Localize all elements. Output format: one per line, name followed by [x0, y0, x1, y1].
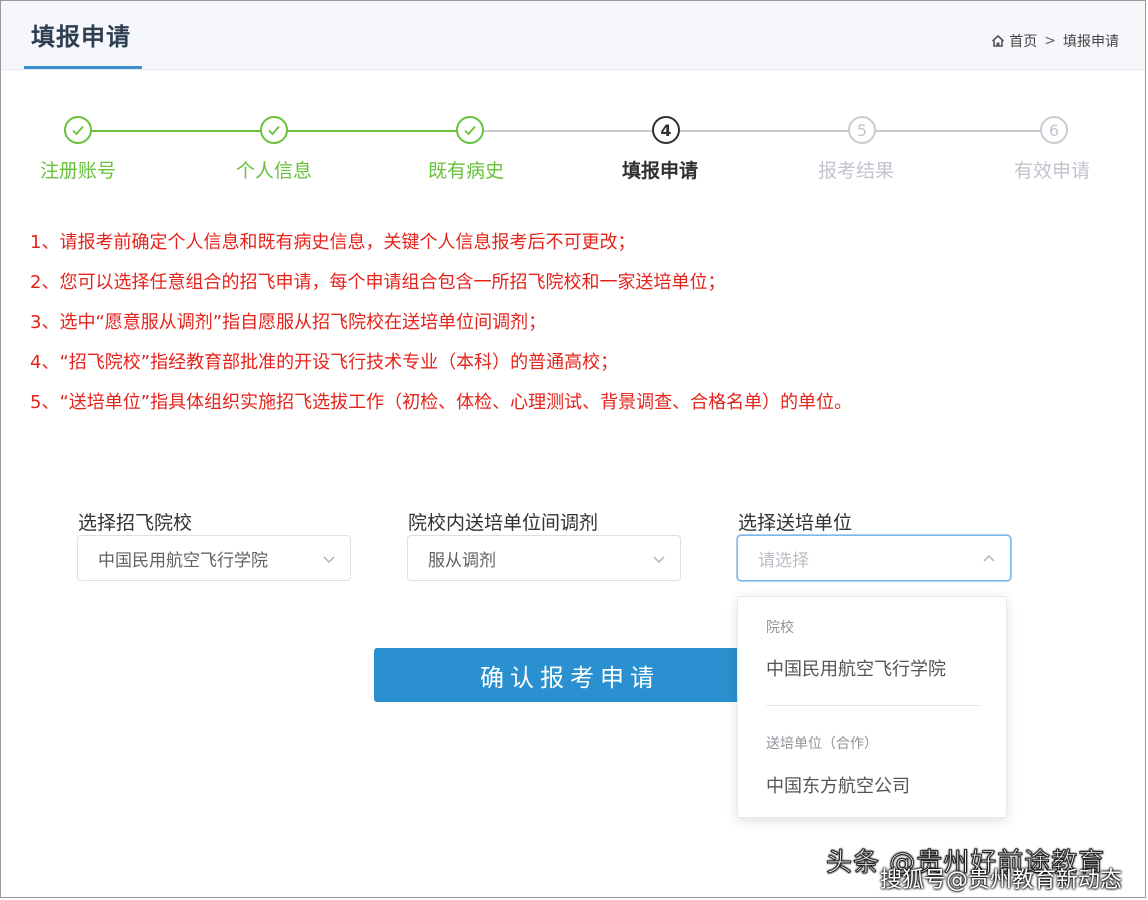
step-1-circle: [64, 116, 92, 144]
step-connector: [288, 130, 456, 132]
unit-select-label: 选择送培单位: [738, 512, 853, 534]
step-6-circle: 6: [1040, 116, 1068, 144]
dropdown-option[interactable]: 中国民用航空飞行学院: [766, 655, 946, 681]
watermark-text: 搜狐号@贵州教育新动态: [880, 868, 1123, 893]
step-connector: [92, 130, 260, 132]
chevron-down-icon: [653, 556, 665, 564]
step-connector: [484, 130, 652, 132]
step-1-label: 注册账号: [39, 160, 116, 182]
school-select-label: 选择招飞院校: [78, 512, 193, 534]
breadcrumb: 首页 > 填报申请: [991, 31, 1119, 51]
check-icon: [268, 125, 280, 136]
page-title: 填报申请: [31, 23, 131, 51]
step-3-label: 既有病史: [427, 160, 504, 182]
step-5-circle: 5: [848, 116, 876, 144]
dropdown-option[interactable]: 中国东方航空公司: [766, 772, 910, 798]
check-icon: [72, 125, 84, 136]
unit-select-placeholder: 请选择: [758, 550, 809, 571]
adjust-select-label: 院校内送培单位间调剂: [408, 512, 599, 534]
step-2-label: 个人信息: [235, 160, 312, 182]
step-4-label: 填报申请: [621, 160, 698, 182]
unit-dropdown-panel: 院校 中国民用航空飞行学院 送培单位（合作） 中国东方航空公司: [737, 596, 1007, 818]
school-select[interactable]: 中国民用航空飞行学院: [77, 535, 351, 581]
step-6-label: 有效申请: [1013, 160, 1090, 182]
breadcrumb-home-link[interactable]: 首页: [1009, 31, 1037, 51]
school-select-value: 中国民用航空飞行学院: [98, 550, 268, 571]
step-3-circle: [456, 116, 484, 144]
step-2-circle: [260, 116, 288, 144]
progress-steps: 注册账号 个人信息 既有病史 4 填报申请 5 报考结果 6 有效申请: [0, 110, 1148, 190]
instruction-item: 5、“送培单位”指具体组织实施招飞选拔工作（初检、体检、心理测试、背景调查、合格…: [30, 392, 853, 413]
page-header: 填报申请 首页 > 填报申请: [1, 1, 1145, 70]
chevron-up-icon: [983, 554, 995, 562]
adjust-select-value: 服从调剂: [428, 550, 496, 571]
home-icon: [992, 34, 1005, 47]
chevron-down-icon: [323, 556, 335, 564]
dropdown-divider: [766, 705, 980, 706]
dropdown-group-title: 院校: [766, 620, 794, 636]
step-connector: [680, 130, 848, 132]
check-icon: [464, 125, 476, 136]
step-4-circle: 4: [652, 116, 680, 144]
instruction-item: 2、您可以选择任意组合的招飞申请，每个申请组合包含一所招飞院校和一家送培单位；: [30, 272, 726, 293]
instruction-item: 1、请报考前确定个人信息和既有病史信息，关键个人信息报考后不可更改；: [30, 232, 636, 253]
confirm-apply-button[interactable]: 确认报考申请: [374, 648, 762, 702]
step-connector: [876, 130, 1040, 132]
adjust-select[interactable]: 服从调剂: [407, 535, 681, 581]
step-5-label: 报考结果: [817, 160, 894, 182]
breadcrumb-current: 填报申请: [1063, 34, 1119, 50]
title-underline: [24, 66, 142, 69]
dropdown-group-title: 送培单位（合作）: [766, 736, 878, 752]
instruction-item: 4、“招飞院校”指经教育部批准的开设飞行技术专业（本科）的普通高校；: [30, 352, 619, 373]
unit-select[interactable]: 请选择: [737, 535, 1011, 581]
instruction-list: 1、请报考前确定个人信息和既有病史信息，关键个人信息报考后不可更改； 2、您可以…: [30, 228, 1120, 428]
instruction-item: 3、选中“愿意服从调剂”指自愿服从招飞院校在送培单位间调剂；: [30, 312, 547, 333]
breadcrumb-separator: >: [1044, 33, 1056, 49]
